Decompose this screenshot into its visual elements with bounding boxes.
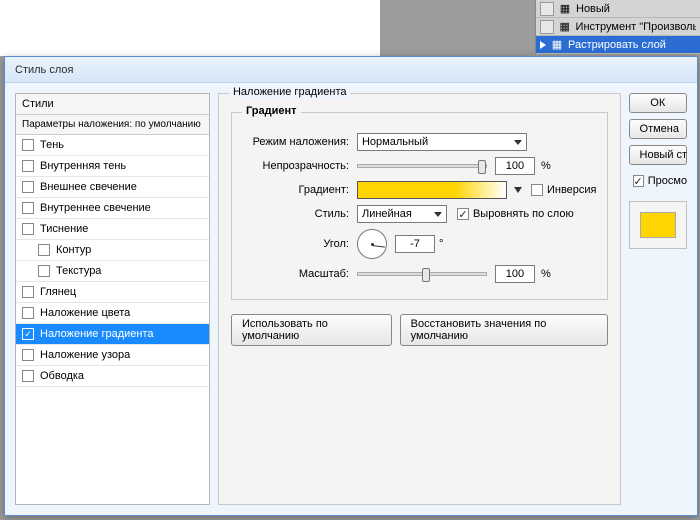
style-item-label: Тень	[40, 139, 64, 151]
degree-label: °	[439, 238, 443, 250]
style-checkbox[interactable]	[22, 286, 34, 298]
align-label: Выровнять по слою	[473, 208, 574, 220]
style-item[interactable]: Тиснение	[16, 219, 209, 240]
style-item-label: Обводка	[40, 370, 84, 382]
style-item-label: Наложение узора	[40, 349, 130, 361]
style-item-label: Наложение градиента	[40, 328, 154, 340]
gradient-overlay-group: Наложение градиента Градиент Режим налож…	[218, 93, 621, 505]
scale-input[interactable]: 100	[495, 265, 535, 283]
document-canvas	[0, 0, 380, 56]
style-checkbox[interactable]	[22, 223, 34, 235]
style-label: Стиль:	[242, 208, 357, 220]
style-item[interactable]: ✓ Наложение градиента	[16, 324, 209, 345]
preview-checkbox[interactable]: ✓	[633, 175, 644, 187]
align-checkbox[interactable]: ✓	[457, 208, 469, 220]
gradient-swatch[interactable]	[357, 181, 507, 199]
style-item[interactable]: Тень	[16, 135, 209, 156]
style-item[interactable]: Глянец	[16, 282, 209, 303]
preview-label: Просмотр	[648, 175, 687, 187]
style-checkbox[interactable]: ✓	[22, 328, 34, 340]
inner-title: Градиент	[242, 105, 301, 117]
gradient-label: Градиент:	[242, 184, 357, 196]
group-title: Наложение градиента	[229, 86, 351, 98]
layer-style-dialog: Стиль слоя Стили Параметры наложения: по…	[4, 56, 698, 516]
gradient-inner-group: Градиент Режим наложения: Нормальный Неп…	[231, 112, 608, 300]
reverse-label: Инверсия	[547, 184, 597, 196]
style-checkbox[interactable]	[22, 307, 34, 319]
style-item[interactable]: Внутреннее свечение	[16, 198, 209, 219]
style-select[interactable]: Линейная	[357, 205, 447, 223]
dialog-side-buttons: ОК Отмена Новый стиль... ✓ Просмотр	[629, 93, 687, 505]
scale-slider[interactable]	[357, 272, 487, 276]
style-checkbox[interactable]	[22, 202, 34, 214]
layer-label: Растрировать слой	[568, 39, 666, 51]
style-item-label: Глянец	[40, 286, 76, 298]
style-checkbox[interactable]	[22, 160, 34, 172]
cancel-button[interactable]: Отмена	[629, 119, 687, 139]
style-item[interactable]: Текстура	[16, 261, 209, 282]
style-checkbox[interactable]	[22, 349, 34, 361]
style-item-label: Контур	[56, 244, 91, 256]
style-item[interactable]: Обводка	[16, 366, 209, 387]
layers-panel: ▦ Новый ▦ Инструмент "Произволь ▦ Растри…	[535, 0, 700, 54]
style-checkbox[interactable]	[22, 181, 34, 193]
scale-label: Масштаб:	[242, 268, 357, 280]
layer-row[interactable]: ▦ Инструмент "Произволь	[536, 18, 700, 36]
style-item-label: Тиснение	[40, 223, 88, 235]
style-item-label: Внешнее свечение	[40, 181, 137, 193]
visibility-cell[interactable]	[540, 20, 554, 34]
styles-list: Стили Параметры наложения: по умолчанию …	[15, 93, 210, 505]
percent-label: %	[541, 268, 551, 280]
style-item[interactable]: Наложение узора	[16, 345, 209, 366]
style-item[interactable]: Контур	[16, 240, 209, 261]
layer-row-selected[interactable]: ▦ Растрировать слой	[536, 36, 700, 54]
dialog-titlebar[interactable]: Стиль слоя	[5, 57, 697, 83]
styles-header[interactable]: Стили	[16, 94, 209, 115]
layer-icon: ▦	[558, 20, 572, 34]
blend-mode-label: Режим наложения:	[242, 136, 357, 148]
opacity-slider[interactable]	[357, 164, 487, 168]
dialog-title: Стиль слоя	[15, 64, 73, 76]
style-item[interactable]: Внутренняя тень	[16, 156, 209, 177]
opacity-label: Непрозрачность:	[242, 160, 357, 172]
layer-icon: ▦	[558, 2, 572, 16]
layer-icon: ▦	[550, 38, 564, 52]
new-style-button[interactable]: Новый стиль...	[629, 145, 687, 165]
angle-input[interactable]: -7	[395, 235, 435, 253]
style-checkbox[interactable]	[38, 265, 50, 277]
style-checkbox[interactable]	[38, 244, 50, 256]
style-item-label: Внутреннее свечение	[40, 202, 151, 214]
triangle-icon	[540, 41, 546, 49]
layer-label: Новый	[576, 3, 610, 15]
style-item[interactable]: Внешнее свечение	[16, 177, 209, 198]
preview-box	[629, 201, 687, 249]
blending-options-header[interactable]: Параметры наложения: по умолчанию	[16, 115, 209, 135]
visibility-cell[interactable]	[540, 2, 554, 16]
style-checkbox[interactable]	[22, 139, 34, 151]
style-item-label: Наложение цвета	[40, 307, 130, 319]
preview-swatch	[640, 212, 676, 238]
layer-label: Инструмент "Произволь	[576, 21, 696, 33]
reset-default-button[interactable]: Восстановить значения по умолчанию	[400, 314, 608, 346]
blend-mode-select[interactable]: Нормальный	[357, 133, 527, 151]
style-item[interactable]: Наложение цвета	[16, 303, 209, 324]
opacity-input[interactable]: 100	[495, 157, 535, 175]
style-checkbox[interactable]	[22, 370, 34, 382]
make-default-button[interactable]: Использовать по умолчанию	[231, 314, 392, 346]
ok-button[interactable]: ОК	[629, 93, 687, 113]
layer-row[interactable]: ▦ Новый	[536, 0, 700, 18]
reverse-checkbox[interactable]	[531, 184, 543, 196]
percent-label: %	[541, 160, 551, 172]
angle-label: Угол:	[242, 238, 357, 250]
style-item-label: Внутренняя тень	[40, 160, 126, 172]
angle-dial[interactable]	[357, 229, 387, 259]
style-item-label: Текстура	[56, 265, 101, 277]
